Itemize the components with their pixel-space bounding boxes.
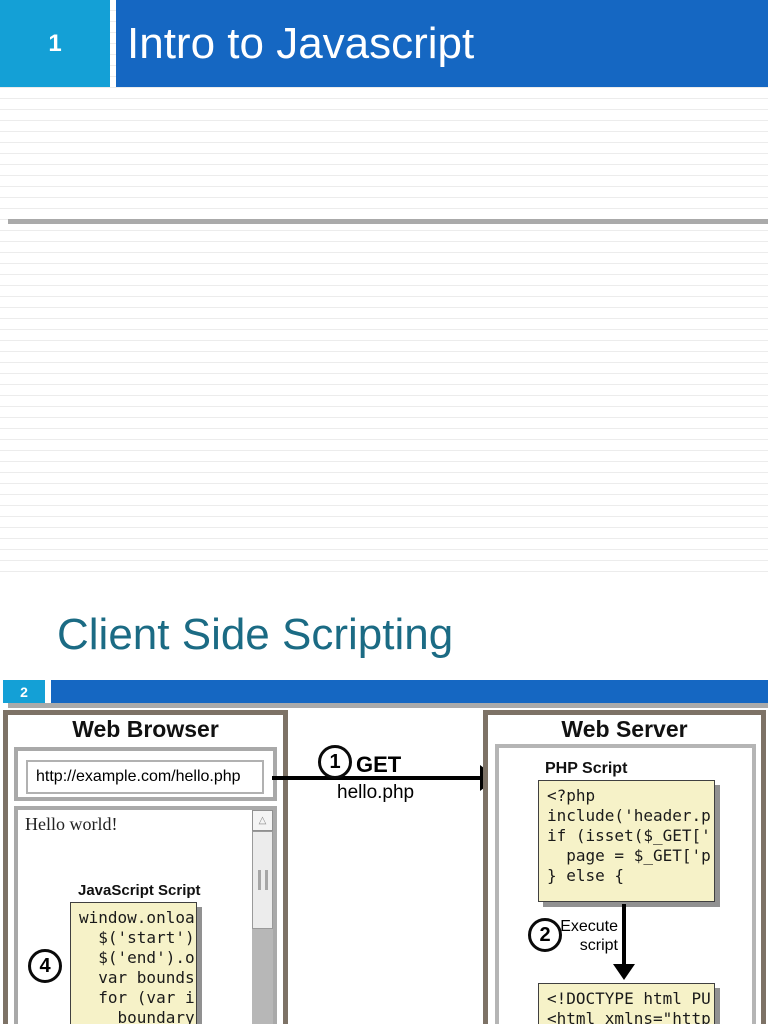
javascript-script-label: JavaScript Script xyxy=(78,882,201,899)
slide-1-title: Intro to Javascript xyxy=(127,18,475,68)
slide-1-number-badge: 1 xyxy=(0,0,110,87)
javascript-code-box: window.onloa $('start') $('end').o var b… xyxy=(70,902,197,1024)
browser-viewport: Hello world! △ JavaScript Script window.… xyxy=(14,806,277,1024)
request-method-label: GET xyxy=(356,752,402,777)
php-script-label: PHP Script xyxy=(545,760,628,777)
execute-script-label: Execute script xyxy=(560,918,618,954)
document-page: 1 Intro to Javascript Client Side Script… xyxy=(0,0,768,1024)
execute-arrowhead-icon xyxy=(613,964,635,980)
slide-2-accent-bar-shadow xyxy=(8,703,768,708)
html-output-code-box: <!DOCTYPE html PU <html xmlns="http xyxy=(538,983,715,1024)
slide-2-title: Client Side Scripting xyxy=(57,610,454,659)
step-badge-1: 1 xyxy=(318,745,352,779)
scroll-up-button: △ xyxy=(252,810,273,831)
thumb-grip-icon xyxy=(257,870,261,890)
scrollbar-thumb xyxy=(252,831,273,929)
php-code-box: <?php include('header.p if (isset($_GET[… xyxy=(538,780,715,902)
step-badge-4: 4 xyxy=(28,949,62,983)
page-output-text: Hello world! xyxy=(25,814,118,834)
slide-2-number-badge: 2 xyxy=(3,680,45,703)
slide-1-title-bar-shadow xyxy=(8,219,768,224)
slide-2-accent-bar xyxy=(51,680,768,703)
browser-scrollbar: △ xyxy=(252,810,273,1024)
url-field: http://example.com/hello.php xyxy=(26,760,264,794)
scroll-up-icon: △ xyxy=(258,815,267,826)
thumb-grip-icon xyxy=(264,870,268,890)
request-file-label: hello.php xyxy=(337,782,415,803)
slide-1-title-bar: Intro to Javascript xyxy=(116,0,768,87)
web-browser-panel-title: Web Browser xyxy=(72,716,219,742)
execute-arrow xyxy=(622,904,626,966)
web-server-panel-title: Web Server xyxy=(561,716,688,742)
